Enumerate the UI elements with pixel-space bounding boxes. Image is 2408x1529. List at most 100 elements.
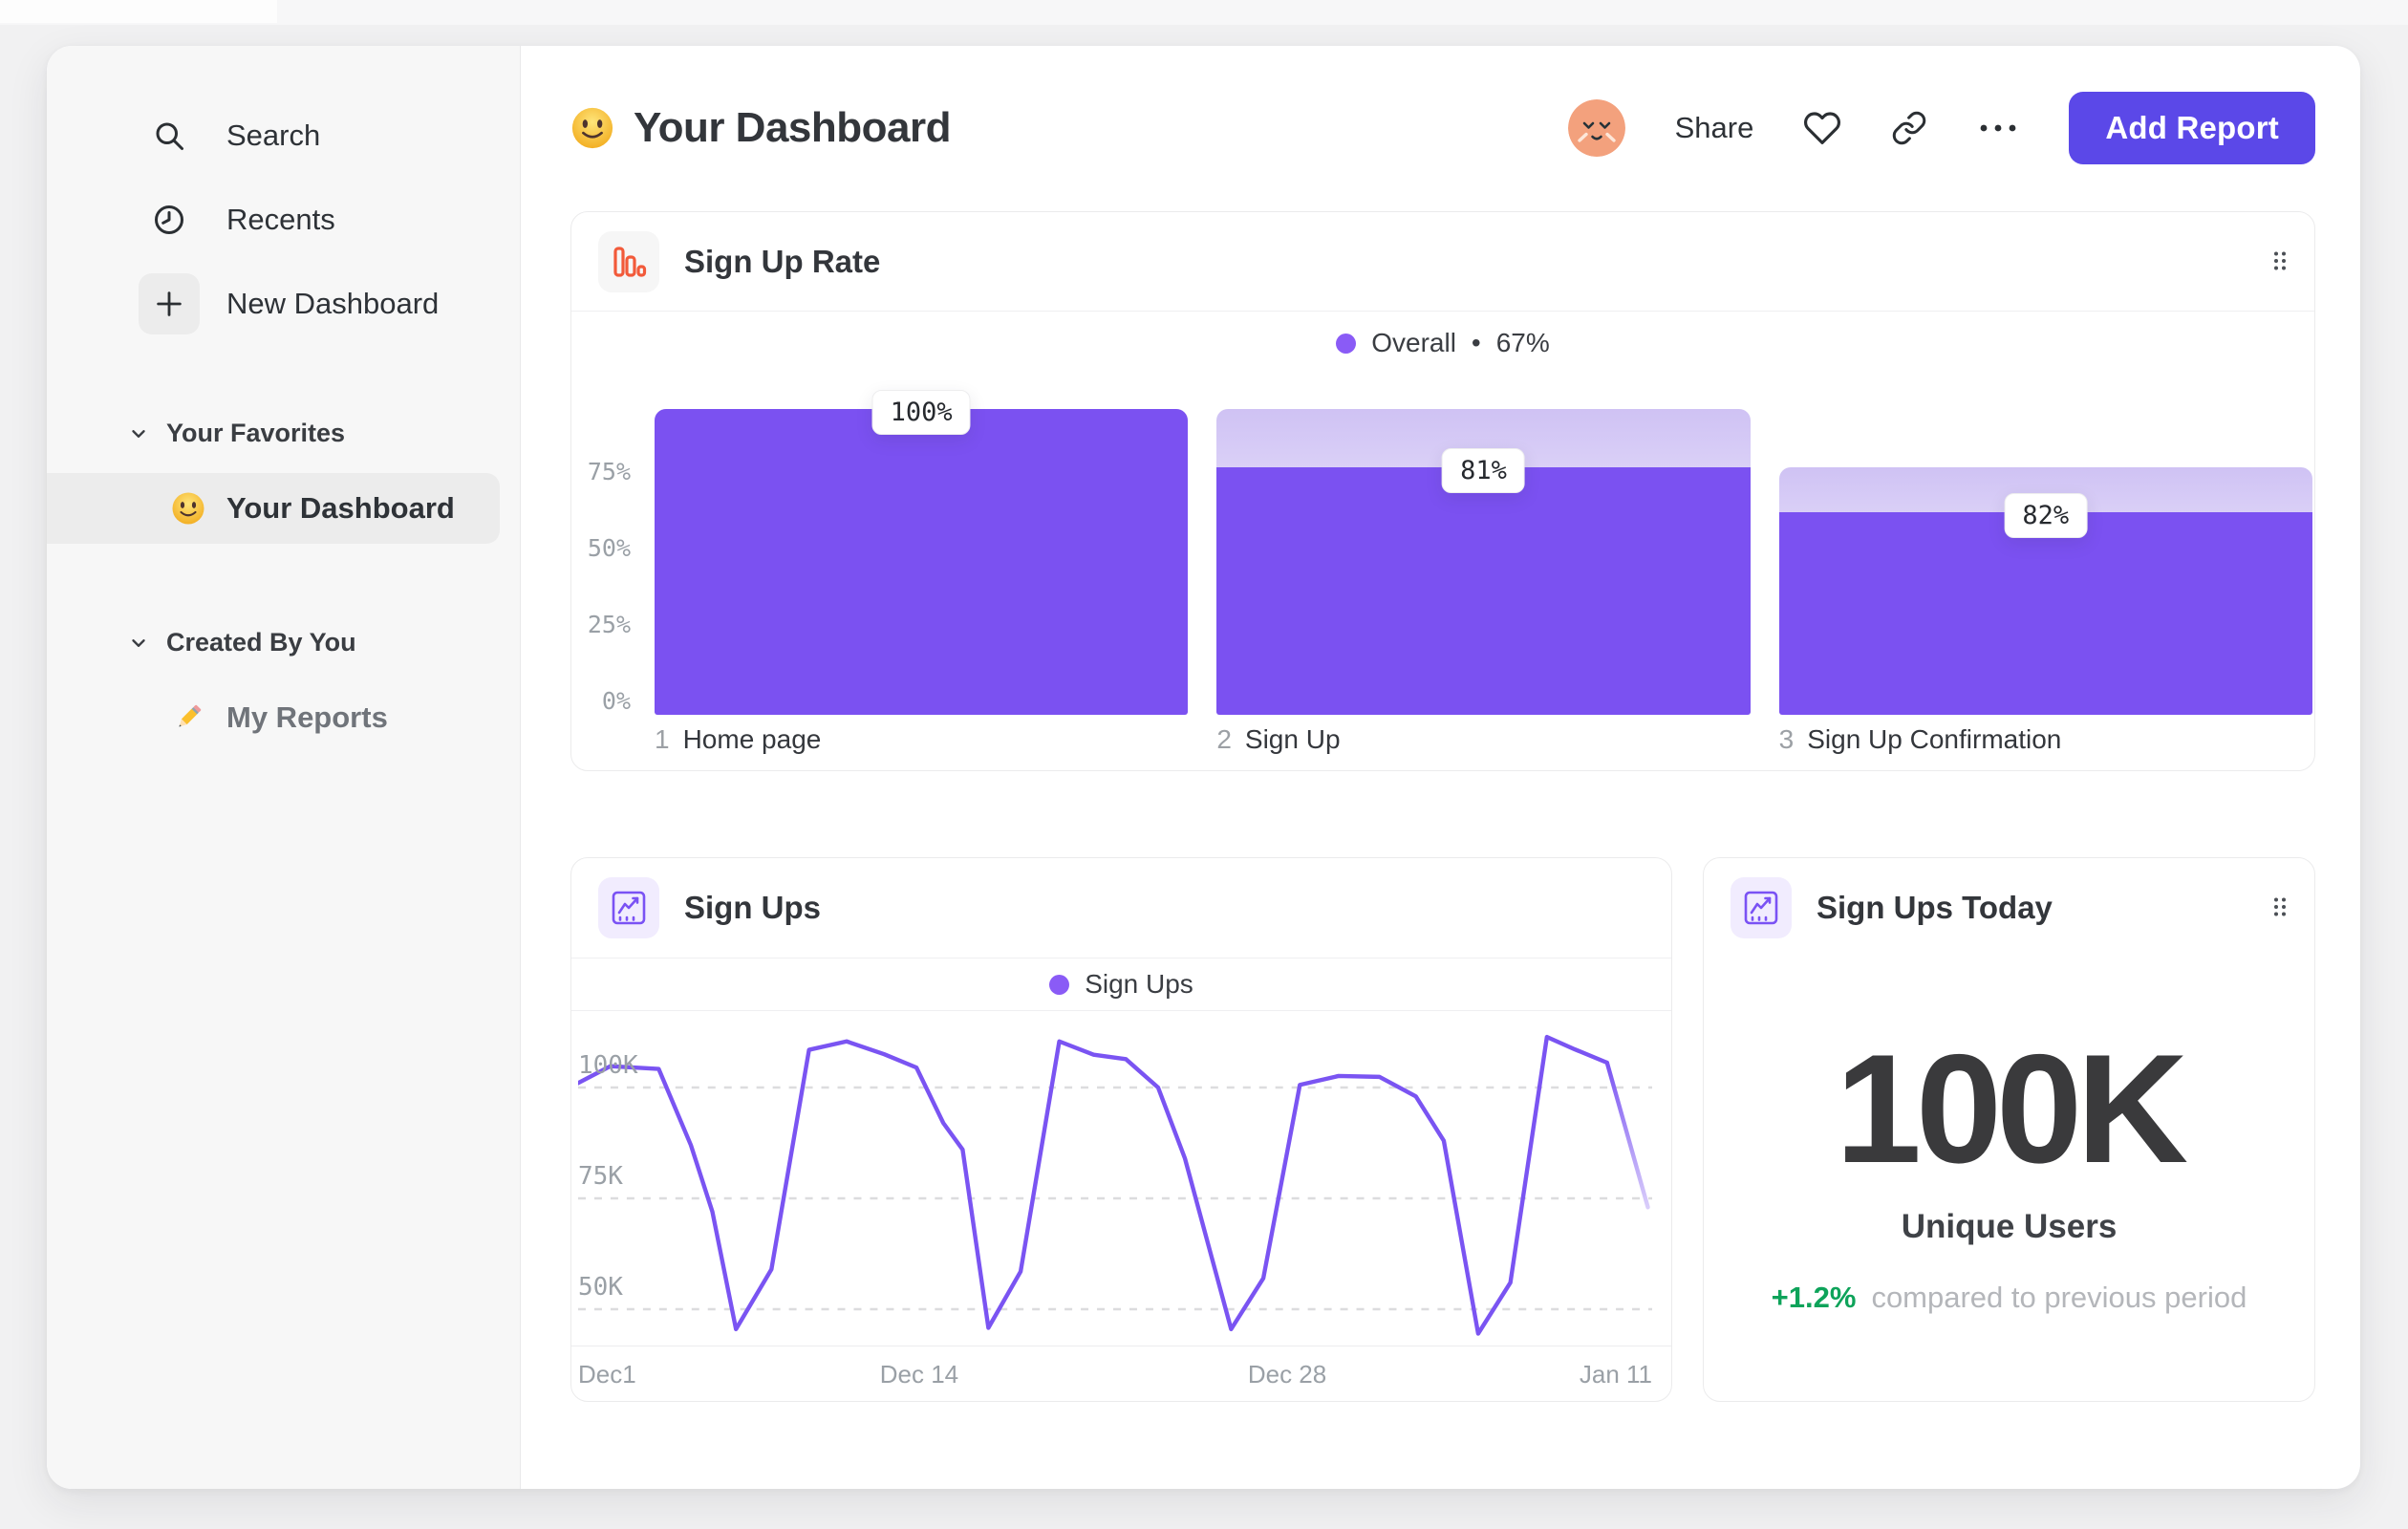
y-axis-tick: 100K bbox=[578, 1051, 638, 1080]
created-by-you-section-header[interactable]: Created By You bbox=[47, 628, 520, 657]
funnel-bar-sign-up-confirmation[interactable]: 82% bbox=[1778, 409, 2312, 715]
clock-icon bbox=[139, 189, 200, 250]
smiley-emoji bbox=[172, 492, 204, 525]
funnel-step-labels: 1 Home page 2 Sign Up 3 Sign Up Confirma… bbox=[571, 724, 2314, 770]
funnel-bar-sign-up[interactable]: 81% bbox=[1216, 409, 1751, 715]
sign-ups-card: Sign Ups Sign Ups 100K 75K 50K Dec1 Dec … bbox=[570, 857, 1672, 1402]
y-axis-tick: 25% bbox=[587, 611, 631, 638]
user-avatar[interactable] bbox=[1567, 99, 1625, 157]
metric-delta-row: +1.2% compared to previous period bbox=[1772, 1281, 2247, 1315]
card-header: Sign Up Rate bbox=[571, 212, 2314, 312]
sidebar-item-your-dashboard[interactable]: Your Dashboard bbox=[47, 473, 500, 544]
y-axis-tick: 50% bbox=[587, 534, 631, 562]
funnel-bar-value bbox=[1216, 466, 1751, 715]
legend-separator: • bbox=[1471, 328, 1481, 357]
section-label: Your Favorites bbox=[166, 419, 346, 447]
sidebar-section-created-by-you: Created By You My Reports bbox=[47, 628, 520, 753]
chevron-down-icon bbox=[132, 429, 145, 438]
sidebar-item-label: My Reports bbox=[226, 700, 388, 734]
y-axis-tick: 75K bbox=[578, 1162, 623, 1191]
line-chart-plot[interactable]: 100K 75K 50K bbox=[578, 1011, 1652, 1346]
drag-handle-icon[interactable] bbox=[2272, 896, 2288, 922]
delta-value: +1.2% bbox=[1771, 1281, 1857, 1314]
plus-icon bbox=[139, 273, 200, 334]
header-actions: Share Add Report bbox=[1567, 92, 2315, 164]
funnel-chart: 75% 50% 25% 0% 100% 81% 82% bbox=[571, 390, 2314, 715]
pencil-emoji bbox=[179, 704, 202, 727]
funnel-bar-value bbox=[1778, 511, 2312, 715]
legend-series-value: 67% bbox=[1495, 328, 1550, 357]
window-top-corner bbox=[0, 0, 277, 23]
funnel-value-label: 100% bbox=[871, 390, 971, 435]
sidebar-item-label: Recents bbox=[226, 203, 335, 236]
card-title: Sign Ups bbox=[684, 890, 822, 925]
app-window: Search Recents New Dashboard Your Favori… bbox=[47, 46, 2360, 1489]
search-icon bbox=[139, 105, 200, 166]
funnel-bar-home-page[interactable]: 100% bbox=[655, 390, 1189, 715]
window-top-strip bbox=[0, 0, 2408, 25]
sidebar-item-label: Search bbox=[226, 118, 321, 152]
main-content: Your Dashboard Share Add Report Sign Up … bbox=[521, 46, 2360, 1489]
x-axis-tick: Dec1 bbox=[578, 1360, 636, 1389]
legend-dot bbox=[1049, 974, 1070, 995]
sidebar-item-recents[interactable]: Recents bbox=[47, 189, 520, 250]
line-chart-icon bbox=[598, 877, 659, 938]
more-options-icon[interactable] bbox=[1977, 121, 2019, 135]
share-button[interactable]: Share bbox=[1675, 111, 1754, 145]
smiley-emoji bbox=[571, 107, 613, 149]
metric-value: 100K bbox=[1835, 1023, 2188, 1195]
add-report-button[interactable]: Add Report bbox=[2069, 92, 2315, 164]
sidebar-section-favorites: Your Favorites Your Dashboard bbox=[47, 419, 520, 544]
card-title: Sign Up Rate bbox=[684, 243, 881, 279]
favorite-heart-icon[interactable] bbox=[1803, 109, 1841, 147]
card-header: Sign Ups bbox=[571, 858, 1671, 958]
funnel-legend[interactable]: Overall • 67% bbox=[571, 323, 2314, 363]
step-label: 1 Home page bbox=[655, 724, 1188, 755]
metric-label: Unique Users bbox=[1901, 1208, 2118, 1245]
legend-series-name: Overall bbox=[1371, 328, 1456, 357]
x-axis-tick: Jan 11 bbox=[1579, 1360, 1652, 1389]
x-axis-tick: Dec 28 bbox=[1247, 1360, 1327, 1389]
copy-link-icon[interactable] bbox=[1891, 110, 1927, 146]
x-axis: Dec1 Dec 14 Dec 28 Jan 11 bbox=[571, 1346, 1671, 1401]
y-axis-tick: 50K bbox=[578, 1273, 623, 1302]
funnel-value-label: 82% bbox=[2004, 492, 2088, 538]
step-name: Sign Up Confirmation bbox=[1807, 724, 2062, 754]
legend-dot bbox=[1336, 333, 1357, 354]
step-name: Home page bbox=[682, 724, 822, 754]
favorites-section-header[interactable]: Your Favorites bbox=[47, 419, 520, 448]
bar-chart-icon bbox=[598, 230, 659, 292]
section-label: Created By You bbox=[166, 628, 356, 657]
chevron-down-icon bbox=[132, 638, 145, 647]
sidebar: Search Recents New Dashboard Your Favori… bbox=[47, 46, 521, 1489]
sidebar-item-label: Your Dashboard bbox=[226, 491, 455, 525]
sidebar-item-new-dashboard[interactable]: New Dashboard bbox=[47, 273, 520, 334]
step-number: 2 bbox=[1216, 724, 1232, 754]
step-label: 2 Sign Up bbox=[1216, 724, 1750, 755]
sidebar-item-my-reports[interactable]: My Reports bbox=[47, 682, 520, 753]
step-name: Sign Up bbox=[1244, 724, 1341, 754]
page-title: Your Dashboard bbox=[634, 104, 952, 151]
cards-row: Sign Ups Sign Ups 100K 75K 50K Dec1 Dec … bbox=[570, 857, 2315, 1402]
y-axis-tick: 0% bbox=[601, 687, 631, 715]
funnel-bars-area: 100% 81% 82% bbox=[655, 390, 2312, 715]
funnel-value-label: 81% bbox=[1442, 447, 1525, 493]
sign-ups-today-card: Sign Ups Today 100K Unique Users +1.2% c… bbox=[1703, 857, 2315, 1402]
x-axis-tick: Dec 14 bbox=[879, 1360, 959, 1389]
step-number: 3 bbox=[1778, 724, 1795, 754]
metric-body: 100K Unique Users +1.2% compared to prev… bbox=[1704, 958, 2314, 1315]
y-axis-tick: 75% bbox=[587, 458, 631, 485]
step-label: 3 Sign Up Confirmation bbox=[1779, 724, 2312, 755]
card-header: Sign Ups Today bbox=[1704, 858, 2314, 958]
delta-note: compared to previous period bbox=[1871, 1281, 2247, 1314]
sidebar-item-search[interactable]: Search bbox=[47, 105, 520, 166]
dashboard-header: Your Dashboard Share Add Report bbox=[570, 91, 2315, 165]
drag-handle-icon[interactable] bbox=[2272, 250, 2288, 276]
funnel-bar-value bbox=[655, 409, 1189, 715]
line-chart-icon bbox=[1731, 877, 1792, 938]
line-chart-svg bbox=[578, 1034, 1652, 1336]
sign-up-rate-card: Sign Up Rate Overall • 67% 75% 50% 25% 0… bbox=[570, 211, 2315, 771]
card-title: Sign Ups Today bbox=[1817, 890, 2053, 925]
line-legend[interactable]: Sign Ups bbox=[571, 958, 1671, 1011]
step-number: 1 bbox=[655, 724, 670, 754]
